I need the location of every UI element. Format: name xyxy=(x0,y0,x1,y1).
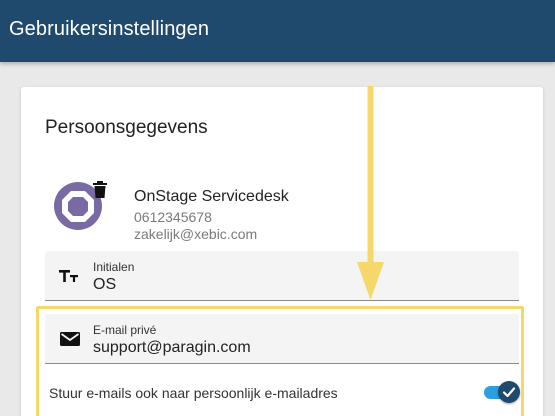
forward-email-toggle-label: Stuur e-mails ook naar persoonlijk e-mai… xyxy=(49,385,338,401)
toggle-knob xyxy=(498,381,520,403)
checkmark-icon xyxy=(502,387,516,398)
personal-details-card: Persoonsgegevens OnStage Servicedesk 061… xyxy=(21,87,543,416)
private-email-value[interactable]: support@paragin.com xyxy=(93,339,251,357)
profile-email: zakelijk@xebic.com xyxy=(134,226,258,242)
forward-email-toggle[interactable] xyxy=(484,381,520,403)
trash-icon[interactable] xyxy=(92,181,108,199)
text-size-icon xyxy=(59,267,81,285)
profile-name: OnStage Servicedesk xyxy=(134,188,289,205)
profile-phone: 0612345678 xyxy=(134,209,212,225)
private-email-field[interactable]: E-mail privé support@paragin.com xyxy=(45,314,519,364)
private-email-label: E-mail privé xyxy=(93,323,157,337)
initials-value[interactable]: OS xyxy=(93,276,116,294)
initials-field[interactable]: Initialen OS xyxy=(45,251,519,301)
page-title: Gebruikersinstellingen xyxy=(9,18,210,40)
section-title: Persoonsgegevens xyxy=(45,117,208,138)
initials-label: Initialen xyxy=(93,260,135,274)
envelope-icon xyxy=(59,330,81,348)
app-header: Gebruikersinstellingen xyxy=(0,0,555,62)
